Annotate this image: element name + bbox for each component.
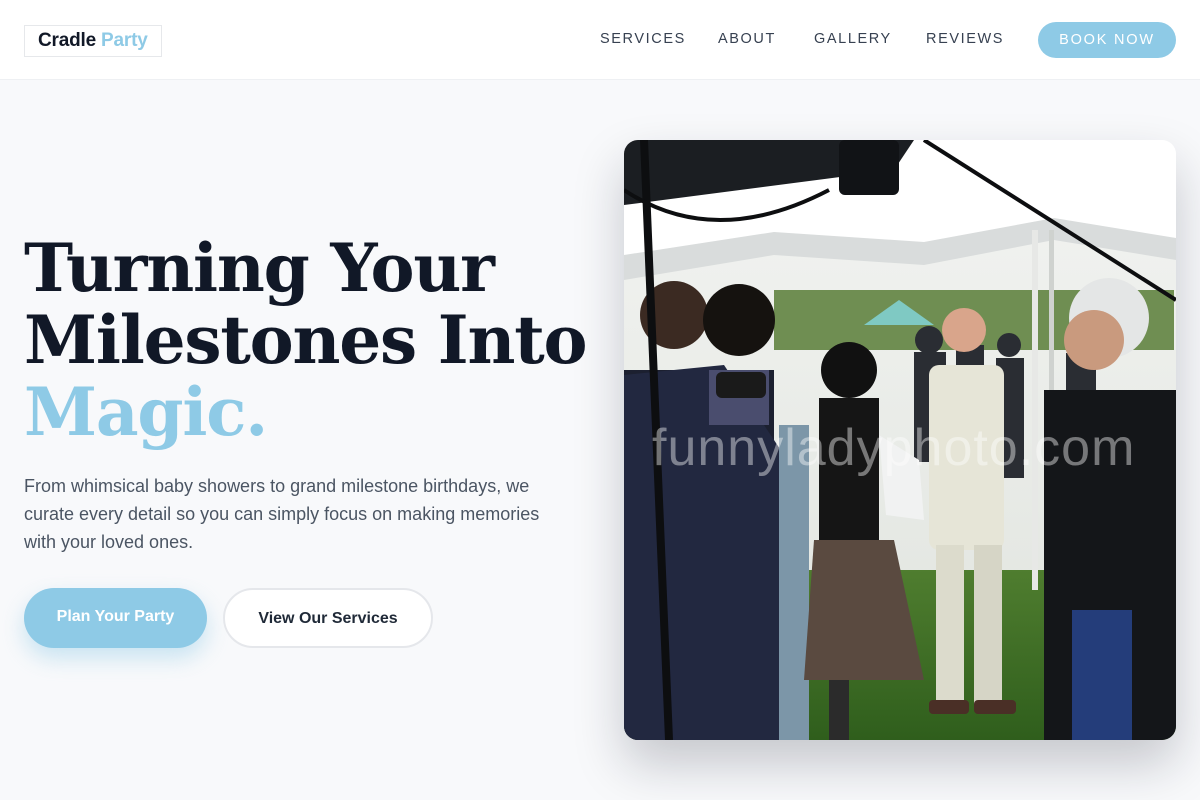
view-services-button[interactable]: View Our Services bbox=[223, 588, 433, 648]
nav-link-about[interactable]: ABOUT bbox=[718, 31, 776, 47]
brand-logo[interactable]: Cradle Party bbox=[24, 25, 162, 57]
headline-line-1: Turning Your bbox=[24, 229, 495, 307]
brand-name-accent: Party bbox=[101, 30, 148, 51]
brand-name: Cradle bbox=[38, 30, 96, 51]
hero-photo: funnyladyphoto.com bbox=[624, 140, 1176, 740]
plan-party-button[interactable]: Plan Your Party bbox=[24, 588, 207, 648]
nav-link-gallery[interactable]: GALLERY bbox=[814, 31, 892, 47]
hero-headline: Turning Your Milestones Into Magic. bbox=[24, 229, 588, 451]
book-now-button[interactable]: BOOK NOW bbox=[1038, 22, 1176, 58]
nav-link-services[interactable]: SERVICES bbox=[600, 31, 686, 47]
site-header: Cradle Party SERVICES ABOUT GALLERY REVI… bbox=[0, 0, 1200, 80]
headline-line-2: Milestones Into bbox=[24, 301, 588, 379]
nav-link-reviews[interactable]: REVIEWS bbox=[926, 31, 1004, 47]
hero-description: From whimsical baby showers to grand mil… bbox=[24, 476, 540, 552]
headline-accent: Magic. bbox=[24, 373, 268, 451]
image-watermark: funnyladyphoto.com bbox=[652, 419, 1136, 477]
